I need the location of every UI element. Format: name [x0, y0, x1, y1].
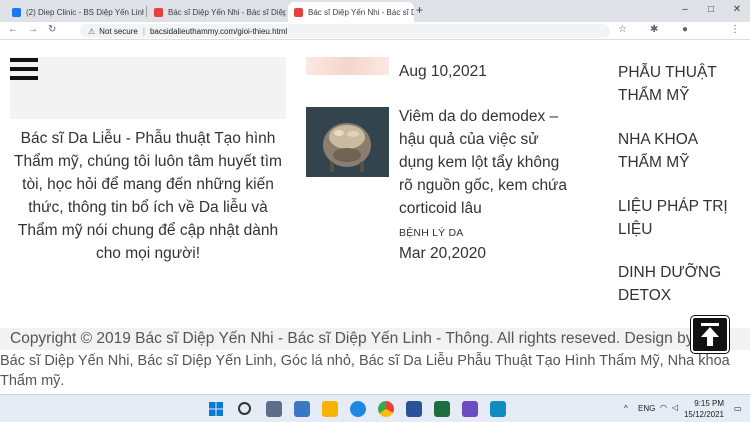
word-app-icon[interactable]	[406, 401, 422, 417]
profile-avatar[interactable]: ●	[682, 24, 688, 35]
menu-kebab-icon[interactable]: ⋮	[730, 24, 740, 35]
about-image	[10, 57, 286, 119]
chrome-browser-icon[interactable]	[378, 401, 394, 417]
back-arrow-icon[interactable]: ←	[8, 24, 18, 35]
search-icon[interactable]	[238, 402, 251, 415]
telegram-app-icon[interactable]	[490, 401, 506, 417]
sidebar-link-nha-khoa[interactable]: NHA KHOA THẨM MỸ	[618, 128, 733, 174]
os-taskbar: ^ ENG ◠ ◁ 9:15 PM 15/12/2021 ▭	[0, 394, 750, 422]
arrow-up-icon	[701, 323, 719, 346]
copyright-bar: Copyright © 2019 Bác sĩ Diệp Yến Nhi - B…	[0, 328, 750, 350]
sidebar-link-dinh-duong[interactable]: DINH DƯỠNG DETOX	[618, 261, 733, 307]
sidebar-link-lieu-phap[interactable]: LIỆU PHÁP TRỊ LIỆU	[618, 195, 733, 241]
clock-date: 15/12/2021	[683, 410, 724, 419]
browser-tab-1[interactable]: (2) Diep Clinic - BS Diệp Yến Linh ✕	[6, 2, 144, 22]
security-label: Not secure	[99, 26, 138, 36]
maximize-button[interactable]: □	[698, 0, 724, 22]
hamburger-menu-icon[interactable]	[10, 58, 38, 80]
browser-tab-bar: (2) Diep Clinic - BS Diệp Yến Linh ✕ Bác…	[0, 0, 750, 22]
clock-time: 9:15 PM	[694, 399, 724, 408]
tab-title: Bác sĩ Diệp Yến Nhi - Bác sĩ Diệp	[308, 7, 414, 17]
reload-icon[interactable]: ↻	[48, 24, 56, 35]
url-omnibox[interactable]: ⚠ Not secure | bacsidalieuthammy.com/gio…	[80, 24, 610, 38]
volume-icon[interactable]: ◁	[672, 403, 678, 412]
tab-title: (2) Diep Clinic - BS Diệp Yến Linh	[26, 7, 144, 17]
new-tab-button[interactable]: +	[416, 3, 423, 17]
back-to-top-button[interactable]	[691, 316, 729, 353]
excel-app-icon[interactable]	[434, 401, 450, 417]
post-category-link[interactable]: BỆNH LÝ DA	[399, 227, 463, 239]
taskbar-clock[interactable]: 9:15 PM 15/12/2021	[684, 398, 724, 420]
bookmark-star-icon[interactable]: ☆	[618, 24, 627, 35]
extensions-icon[interactable]: ✱	[650, 24, 658, 35]
warning-icon: ⚠	[88, 26, 96, 36]
widgets-icon[interactable]	[294, 401, 310, 417]
file-explorer-icon[interactable]	[322, 401, 338, 417]
wifi-icon[interactable]: ◠	[660, 403, 667, 412]
site-favicon-icon	[294, 7, 303, 17]
web-page: Bác sĩ Da Liễu - Phẫu thuật Tạo hình Thẩ…	[0, 41, 750, 394]
windows-start-icon[interactable]	[208, 401, 224, 417]
post-date: Mar 20,2020	[399, 245, 487, 262]
site-favicon-icon	[154, 7, 163, 17]
post-thumbnail-demodex[interactable]	[306, 107, 389, 177]
task-view-icon[interactable]	[266, 401, 282, 417]
language-indicator[interactable]: ENG	[638, 404, 655, 413]
facebook-favicon-icon	[12, 7, 21, 17]
browser-tab-3-active[interactable]: Bác sĩ Diệp Yến Nhi - Bác sĩ Diệp ✕	[288, 2, 414, 22]
chevron-up-icon[interactable]: ^	[624, 404, 628, 413]
edge-browser-icon[interactable]	[350, 401, 366, 417]
notification-icon[interactable]: ▭	[734, 404, 742, 413]
browser-tab-2[interactable]: Bác sĩ Diệp Yến Nhi - Bác sĩ Diệp ✕	[148, 2, 286, 22]
about-description: Bác sĩ Da Liễu - Phẫu thuật Tạo hình Thẩ…	[14, 130, 282, 262]
forward-arrow-icon[interactable]: →	[28, 24, 38, 35]
post-date: Aug 10,2021	[399, 63, 487, 80]
window-controls: – □ ✕	[672, 0, 750, 22]
post-thumbnail-1[interactable]	[306, 57, 389, 75]
minimize-button[interactable]: –	[672, 0, 698, 22]
sidebar-link-phau-thuat[interactable]: PHẪU THUẬT THẨM MỸ	[618, 61, 733, 107]
teams-app-icon[interactable]	[462, 401, 478, 417]
url-text: bacsidalieuthammy.com/gioi-thieu.html	[149, 26, 288, 36]
footer-tags: Bác sĩ Diệp Yến Nhi, Bác sĩ Diệp Yến Lin…	[0, 353, 730, 389]
address-bar-row: ← → ↻ ⚠ Not secure | bacsidalieuthammy.c…	[0, 22, 750, 40]
demodex-mite-image	[306, 107, 389, 177]
close-window-button[interactable]: ✕	[724, 0, 750, 22]
tab-title: Bác sĩ Diệp Yến Nhi - Bác sĩ Diệp	[168, 7, 286, 17]
post-title-link[interactable]: Viêm da do demodex – hậu quả của việc sử…	[399, 105, 575, 220]
